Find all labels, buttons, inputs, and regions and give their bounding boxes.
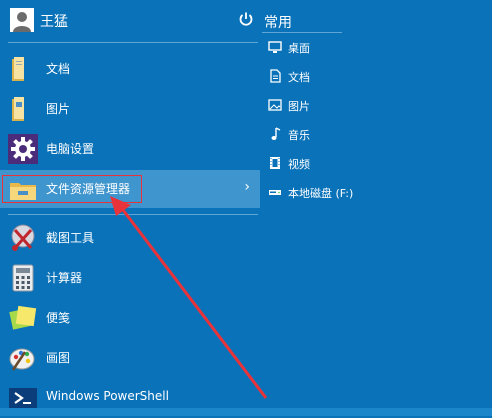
bottom-strip [0, 408, 492, 416]
annotation-arrow [110, 196, 268, 399]
